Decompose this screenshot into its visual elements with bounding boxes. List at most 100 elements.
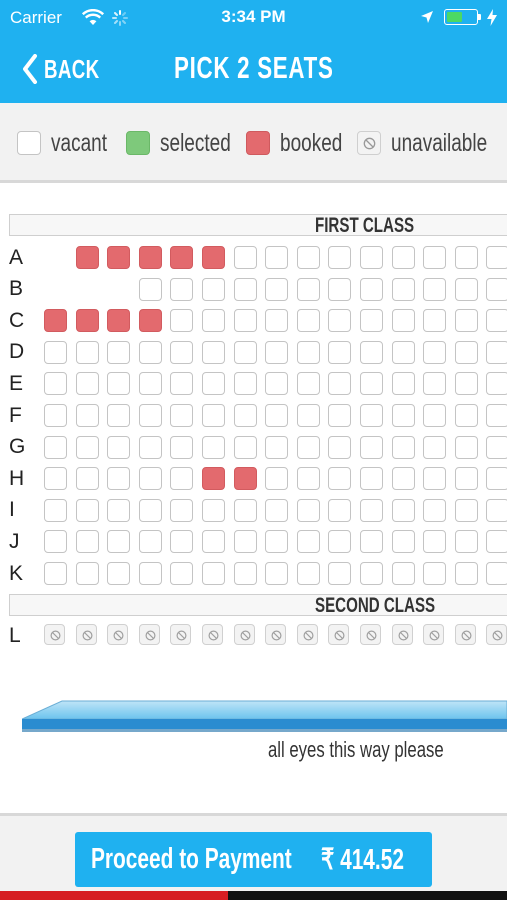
seat-vacant[interactable] (486, 562, 507, 585)
seat-vacant[interactable] (328, 562, 352, 585)
seat-vacant[interactable] (296, 404, 320, 427)
seat-vacant[interactable] (360, 277, 383, 301)
seat-vacant[interactable] (233, 277, 257, 301)
seat-vacant[interactable] (360, 562, 383, 585)
seat-vacant[interactable] (391, 530, 415, 554)
seat-vacant[interactable] (233, 372, 257, 396)
seat-vacant[interactable] (265, 562, 289, 585)
seat-vacant[interactable] (486, 277, 507, 301)
seat-vacant[interactable] (138, 562, 162, 585)
seat-vacant[interactable] (328, 435, 352, 459)
seat-vacant[interactable] (486, 498, 507, 522)
seat-vacant[interactable] (233, 562, 257, 585)
seat-vacant[interactable] (44, 404, 67, 427)
seat-vacant[interactable] (107, 404, 131, 427)
seat-vacant[interactable] (360, 340, 383, 364)
seat-vacant[interactable] (423, 277, 447, 301)
seat-vacant[interactable] (423, 309, 447, 333)
seat-vacant[interactable] (454, 498, 478, 522)
seat-vacant[interactable] (296, 277, 320, 301)
seat-vacant[interactable] (360, 372, 383, 396)
seat-vacant[interactable] (423, 562, 447, 585)
seat-vacant[interactable] (265, 435, 289, 459)
seat-vacant[interactable] (296, 467, 320, 491)
seat-vacant[interactable] (454, 530, 478, 554)
seat-vacant[interactable] (170, 277, 194, 301)
seat-vacant[interactable] (107, 562, 131, 585)
seat-vacant[interactable] (454, 372, 478, 396)
seat-vacant[interactable] (391, 340, 415, 364)
seat-vacant[interactable] (360, 498, 383, 522)
seat-vacant[interactable] (360, 309, 383, 333)
seat-vacant[interactable] (75, 530, 99, 554)
seat-vacant[interactable] (423, 340, 447, 364)
seat-vacant[interactable] (296, 246, 320, 269)
seat-vacant[interactable] (360, 467, 383, 491)
seat-vacant[interactable] (202, 277, 225, 301)
seat-vacant[interactable] (138, 277, 162, 301)
seat-vacant[interactable] (233, 309, 257, 333)
seat-vacant[interactable] (233, 340, 257, 364)
seat-vacant[interactable] (391, 435, 415, 459)
seat-vacant[interactable] (454, 435, 478, 459)
seat-vacant[interactable] (202, 372, 225, 396)
seat-vacant[interactable] (75, 467, 99, 491)
seat-vacant[interactable] (391, 562, 415, 585)
seat-vacant[interactable] (107, 340, 131, 364)
seat-vacant[interactable] (265, 277, 289, 301)
seat-vacant[interactable] (328, 340, 352, 364)
seat-vacant[interactable] (107, 467, 131, 491)
seat-vacant[interactable] (44, 498, 67, 522)
seat-vacant[interactable] (360, 530, 383, 554)
seat-vacant[interactable] (202, 498, 225, 522)
seat-vacant[interactable] (44, 340, 67, 364)
seat-vacant[interactable] (202, 435, 225, 459)
seat-vacant[interactable] (44, 530, 67, 554)
seat-vacant[interactable] (202, 309, 225, 333)
seat-vacant[interactable] (454, 309, 478, 333)
seat-vacant[interactable] (265, 498, 289, 522)
seat-vacant[interactable] (107, 498, 131, 522)
seat-vacant[interactable] (233, 530, 257, 554)
seat-vacant[interactable] (75, 435, 99, 459)
seat-vacant[interactable] (233, 435, 257, 459)
seat-vacant[interactable] (138, 340, 162, 364)
seat-vacant[interactable] (265, 372, 289, 396)
seat-vacant[interactable] (170, 435, 194, 459)
seat-vacant[interactable] (75, 404, 99, 427)
seat-vacant[interactable] (202, 530, 225, 554)
seat-vacant[interactable] (265, 246, 289, 269)
seat-vacant[interactable] (265, 467, 289, 491)
seat-vacant[interactable] (423, 435, 447, 459)
seat-vacant[interactable] (328, 498, 352, 522)
seat-vacant[interactable] (107, 372, 131, 396)
seat-vacant[interactable] (454, 404, 478, 427)
seat-vacant[interactable] (454, 246, 478, 269)
seat-vacant[interactable] (138, 435, 162, 459)
seat-vacant[interactable] (360, 404, 383, 427)
seat-vacant[interactable] (391, 277, 415, 301)
seat-vacant[interactable] (296, 562, 320, 585)
seat-vacant[interactable] (296, 498, 320, 522)
seat-vacant[interactable] (107, 435, 131, 459)
seat-vacant[interactable] (170, 562, 194, 585)
seat-vacant[interactable] (486, 372, 507, 396)
seat-vacant[interactable] (423, 467, 447, 491)
seat-vacant[interactable] (296, 309, 320, 333)
seat-vacant[interactable] (170, 372, 194, 396)
seat-vacant[interactable] (233, 498, 257, 522)
seat-vacant[interactable] (486, 530, 507, 554)
seat-vacant[interactable] (391, 309, 415, 333)
seat-vacant[interactable] (138, 467, 162, 491)
seat-vacant[interactable] (454, 340, 478, 364)
seat-vacant[interactable] (423, 372, 447, 396)
seat-vacant[interactable] (202, 404, 225, 427)
seat-vacant[interactable] (170, 404, 194, 427)
proceed-to-payment-button[interactable]: Proceed to Payment ₹ 414.52 (75, 832, 432, 887)
seat-vacant[interactable] (138, 530, 162, 554)
seat-vacant[interactable] (423, 404, 447, 427)
seat-vacant[interactable] (328, 467, 352, 491)
seat-vacant[interactable] (44, 562, 67, 585)
seat-vacant[interactable] (360, 435, 383, 459)
seat-vacant[interactable] (265, 404, 289, 427)
